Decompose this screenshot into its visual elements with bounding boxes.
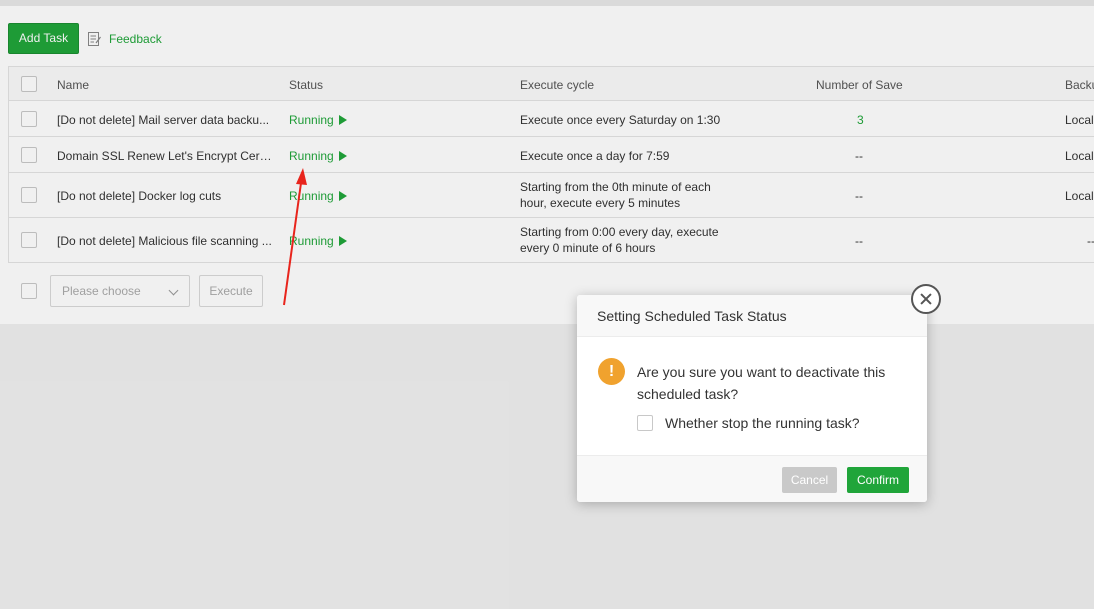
close-icon[interactable] [911,284,941,314]
stop-running-label: Whether stop the running task? [665,415,860,431]
cancel-button[interactable]: Cancel [782,467,837,493]
stop-running-checkbox[interactable] [637,415,653,431]
confirm-button[interactable]: Confirm [847,467,909,493]
dialog-message: Are you sure you want to deactivate this… [637,364,886,402]
status-dialog: Setting Scheduled Task Status ! Are you … [577,284,941,502]
warning-icon: ! [598,358,625,385]
stop-running-option[interactable]: Whether stop the running task? [637,415,860,431]
dialog-footer: Cancel Confirm [577,455,927,502]
dialog-title: Setting Scheduled Task Status [577,295,927,337]
page: Add Task Feedback Name Status Execute cy… [0,0,1094,609]
